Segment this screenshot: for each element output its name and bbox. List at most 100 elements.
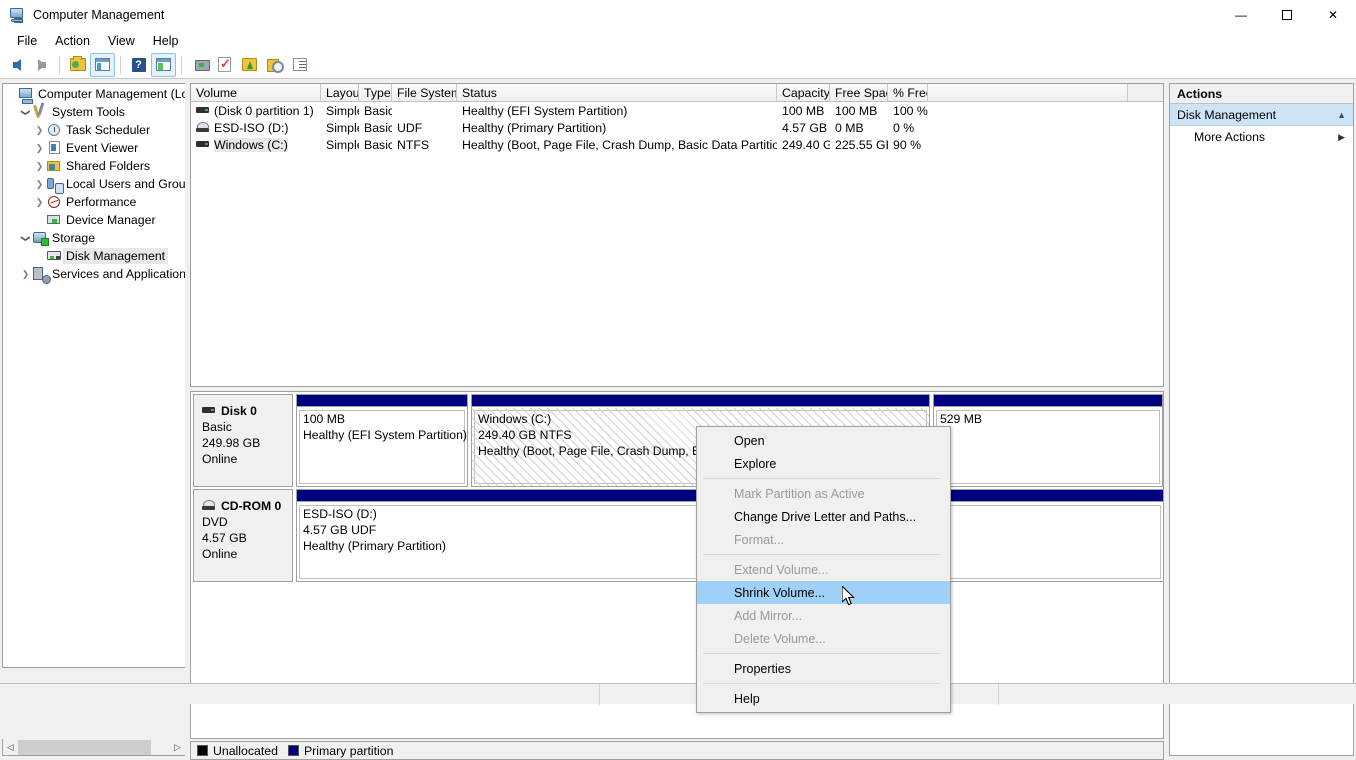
column-header-type[interactable]: Type <box>359 84 392 101</box>
menu-view[interactable]: View <box>99 32 144 50</box>
cell-file-system: UDF <box>397 120 423 135</box>
scroll-right-icon[interactable]: ▷ <box>170 740 185 755</box>
disk-name-text: CD-ROM 0 <box>221 499 282 513</box>
computer-management-icon <box>9 7 25 23</box>
cell-layout: Simple <box>326 137 359 152</box>
show-hide-console-tree-icon[interactable] <box>65 53 90 77</box>
tree-item-device-manager[interactable]: Device Manager <box>3 211 185 229</box>
chevron-right-icon[interactable]: ❯ <box>19 269 32 280</box>
properties-icon[interactable] <box>212 53 237 77</box>
legend-item: Primary partition <box>287 744 393 758</box>
menu-separator <box>703 554 940 555</box>
volume-context-menu[interactable]: Open Explore Mark Partition as Active Chang… <box>696 426 951 713</box>
export-list-icon[interactable] <box>237 53 262 77</box>
view-list-icon[interactable] <box>287 53 312 77</box>
volume-name-text: (Disk 0 partition 1) <box>214 103 314 118</box>
console-tree: Computer Management (Local❯System Tools❯… <box>3 84 185 284</box>
menu-separator <box>703 683 940 684</box>
close-button[interactable]: ✕ <box>1310 0 1356 30</box>
volume-list[interactable]: VolumeLayoutTypeFile SystemStatusCapacit… <box>190 83 1164 387</box>
help-icon[interactable]: ? <box>126 53 151 77</box>
tree-item-shared-folders[interactable]: ❯ Shared Folders <box>3 157 185 175</box>
menu-item-explore[interactable]: Explore <box>697 452 950 475</box>
cell-layout: Simple <box>326 120 359 135</box>
partition-block[interactable]: 100 MB Healthy (EFI System Partition) <box>296 394 468 487</box>
toolbar-separator <box>181 55 182 74</box>
tree-item-system-tools[interactable]: ❯ System Tools <box>3 103 185 121</box>
chevron-right-icon[interactable]: ❯ <box>33 161 46 172</box>
menu-file[interactable]: File <box>8 32 46 50</box>
show-hide-console-icon[interactable] <box>151 52 176 77</box>
tree-item-label: Device Manager <box>66 213 156 227</box>
forward-icon[interactable] <box>29 53 54 77</box>
tree-item-event-viewer[interactable]: ❯ Event Viewer <box>3 139 185 157</box>
scrollbar-thumb[interactable] <box>18 739 151 755</box>
cell-capacity: 100 MB <box>782 103 825 118</box>
minimize-button[interactable]: — <box>1218 0 1264 30</box>
tree-item-label: Services and Applications <box>52 267 185 281</box>
back-icon[interactable] <box>4 53 29 77</box>
menu-item-change-drive-letter-and-paths[interactable]: Change Drive Letter and Paths... <box>697 505 950 528</box>
disk-status: Online <box>202 547 238 561</box>
disk-info-disk-0[interactable]: Disk 0 Basic 249.98 GB Online <box>193 394 293 487</box>
column-header-free-space[interactable]: Free Space <box>830 84 888 101</box>
disk-type: DVD <box>202 515 228 529</box>
chevron-down-icon[interactable]: ❯ <box>20 106 31 119</box>
column-header-capacity[interactable]: Capacity <box>777 84 830 101</box>
chevron-down-icon[interactable]: ❯ <box>20 232 31 245</box>
menu-item-delete-volume: Delete Volume... <box>734 631 826 646</box>
menu-action[interactable]: Action <box>46 32 99 50</box>
search-icon[interactable] <box>262 53 287 77</box>
volume-row[interactable]: Windows (C:) Simple Basic NTFS Healthy (Boot… <box>191 136 1163 153</box>
tree-item-disk-management[interactable]: Disk Management <box>3 247 185 265</box>
actions-group-disk-management[interactable]: Disk Management ▲ <box>1170 104 1353 126</box>
tree-item-services-and-applications[interactable]: ❯ Services and Applications <box>3 265 185 284</box>
window-controls: — ✕ <box>1218 0 1356 30</box>
tree-item-computer-management-local[interactable]: Computer Management (Local <box>3 85 185 104</box>
tree-item-local-users-and-groups[interactable]: ❯ Local Users and Groups <box>3 175 185 194</box>
scrollbar-track[interactable] <box>18 739 170 755</box>
disk-info-cd-rom-0[interactable]: CD-ROM 0 DVD 4.57 GB Online <box>193 489 293 582</box>
cell-free-space: 0 MB <box>835 120 864 135</box>
menu-item-properties[interactable]: Properties <box>697 657 950 680</box>
chevron-right-icon[interactable]: ❯ <box>33 179 46 190</box>
column-header-layout[interactable]: Layout <box>321 84 359 101</box>
menu-help[interactable]: Help <box>144 32 188 50</box>
column-header--free[interactable]: % Free <box>888 84 928 101</box>
actions-title: Actions <box>1170 84 1353 104</box>
chevron-right-icon[interactable]: ❯ <box>33 197 46 208</box>
chevron-right-icon[interactable]: ❯ <box>33 143 46 154</box>
menu-item-help[interactable]: Help <box>697 687 950 710</box>
partition-color-bar <box>472 395 929 407</box>
status-segment-3 <box>999 684 1355 705</box>
chevron-right-icon[interactable]: ❯ <box>33 125 46 136</box>
menu-item-shrink-volume[interactable]: Shrink Volume... <box>697 581 950 604</box>
tree-horizontal-scrollbar[interactable]: ◁ ▷ <box>2 739 185 756</box>
maximize-button[interactable] <box>1264 0 1310 30</box>
scroll-left-icon[interactable]: ◁ <box>3 740 18 755</box>
action-more-actions[interactable]: More Actions ▶ <box>1170 126 1353 148</box>
cell-file-system: NTFS <box>397 137 430 152</box>
tree-item-storage[interactable]: ❯ Storage <box>3 229 185 247</box>
partition-status: Healthy (EFI System Partition) <box>303 428 467 442</box>
tree-item-label: Shared Folders <box>66 159 151 173</box>
system-tools-icon <box>32 104 48 120</box>
column-header-status[interactable]: Status <box>457 84 777 101</box>
volume-row[interactable]: ESD-ISO (D:) Simple Basic UDF Healthy (Prima… <box>191 119 1163 136</box>
rescan-disks-icon[interactable] <box>187 53 212 77</box>
tree-item-task-scheduler[interactable]: ❯ Task Scheduler <box>3 121 185 139</box>
tree-item-label: Disk Management <box>63 248 169 264</box>
menu-item-open[interactable]: Open <box>697 429 950 452</box>
show-hide-action-pane-icon[interactable] <box>90 52 115 77</box>
chevron-right-icon: ▶ <box>1338 131 1345 142</box>
tree-item-label: Event Viewer <box>66 141 139 155</box>
column-header-blank[interactable] <box>928 84 1128 101</box>
column-header-volume[interactable]: Volume <box>191 84 321 101</box>
volume-row[interactable]: (Disk 0 partition 1) Simple Basic Healthy (… <box>191 102 1163 119</box>
partition-block[interactable]: 529 MB <box>933 394 1163 487</box>
menu-item-format: Format... <box>734 532 785 547</box>
tree-item-performance[interactable]: ❯ Performance <box>3 193 185 211</box>
console-tree-pane[interactable]: Computer Management (Local❯System Tools❯… <box>2 83 185 668</box>
column-header-file-system[interactable]: File System <box>392 84 457 101</box>
disk-size: 249.98 GB <box>202 436 261 450</box>
